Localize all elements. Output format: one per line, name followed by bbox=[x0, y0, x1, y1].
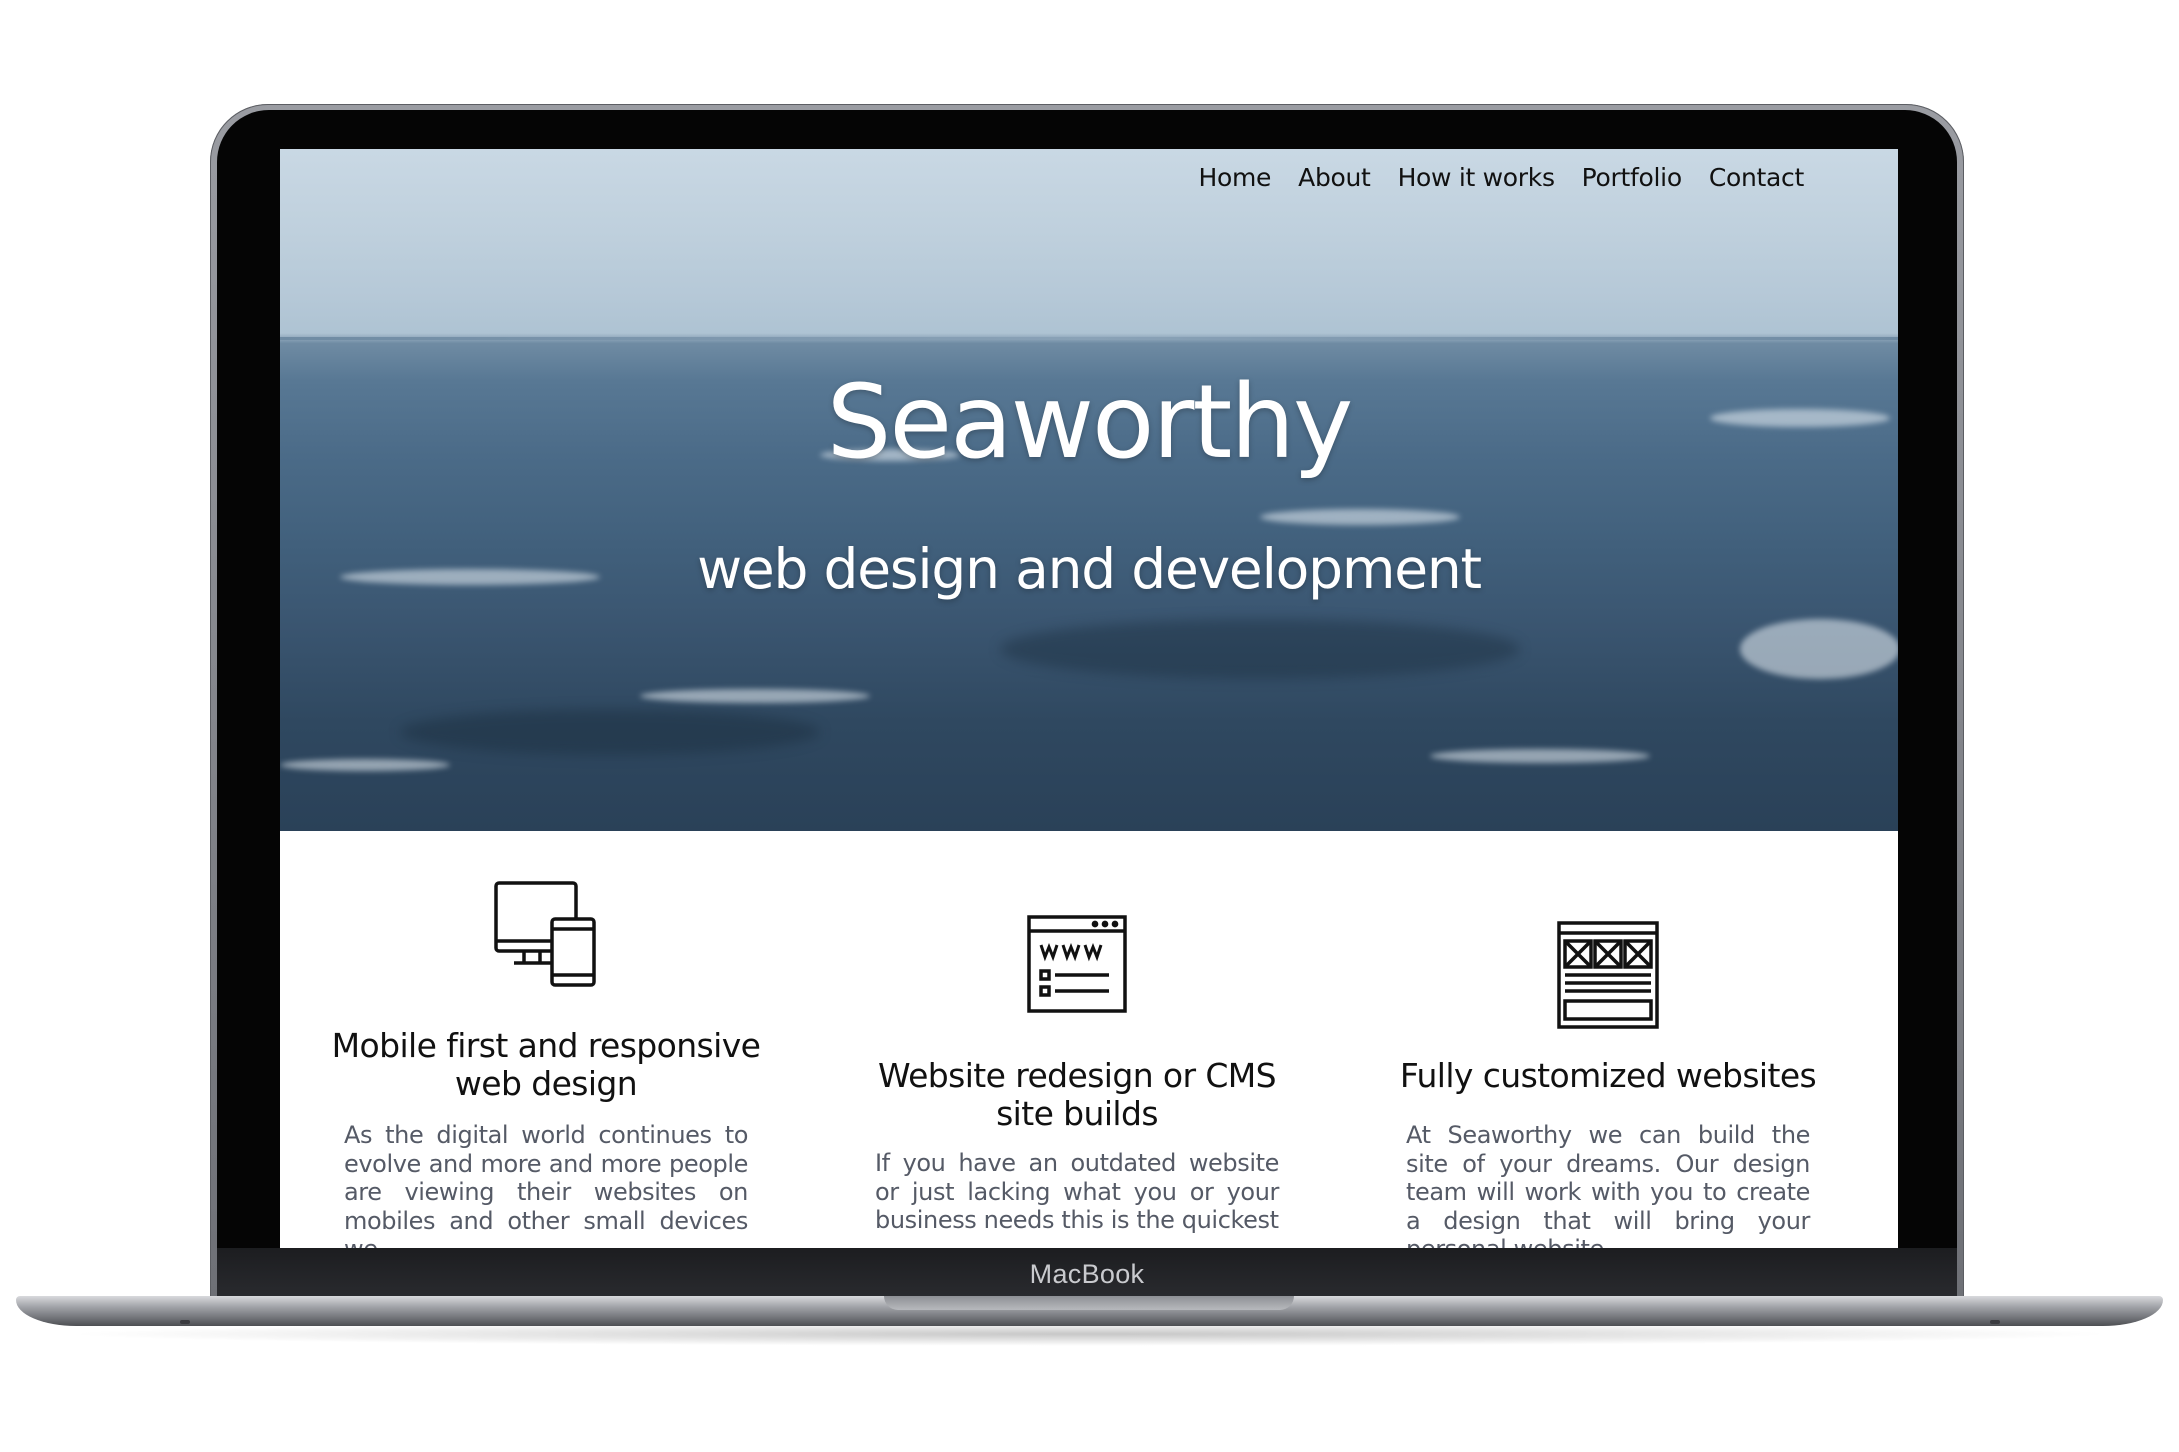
sea-horizon bbox=[280, 337, 1898, 340]
laptop-screen: Home About How it works Portfolio Contac… bbox=[280, 149, 1898, 1248]
wave-trough bbox=[400, 709, 820, 755]
browser-window-icon bbox=[1027, 915, 1127, 1017]
laptop-foot bbox=[180, 1320, 190, 1324]
feature-text: At Seaworthy we can build the site of yo… bbox=[1406, 1121, 1810, 1248]
wave-crest bbox=[1260, 509, 1460, 525]
feature-text: If you have an outdated website or just … bbox=[875, 1149, 1279, 1234]
nav-how-it-works[interactable]: How it works bbox=[1398, 163, 1555, 192]
main-nav: Home About How it works Portfolio Contac… bbox=[1199, 163, 1805, 192]
feature-title: Mobile first and responsive web design bbox=[331, 1026, 761, 1103]
nav-home[interactable]: Home bbox=[1199, 163, 1272, 192]
device-brand-label: MacBook bbox=[1029, 1259, 1145, 1289]
devices-icon bbox=[494, 881, 598, 993]
feature-text: As the digital world continues to evolve… bbox=[344, 1121, 748, 1248]
hero-section: Home About How it works Portfolio Contac… bbox=[280, 149, 1898, 831]
hero-title: Seaworthy bbox=[826, 363, 1354, 482]
wave-trough bbox=[1000, 619, 1520, 679]
wireframe-layout-icon bbox=[1557, 921, 1659, 1033]
nav-contact[interactable]: Contact bbox=[1709, 163, 1804, 192]
hero-subtitle: web design and development bbox=[697, 537, 1482, 601]
wave-crest bbox=[640, 689, 870, 703]
wave-crest bbox=[280, 759, 450, 771]
wave-crest bbox=[1740, 619, 1898, 679]
nav-portfolio[interactable]: Portfolio bbox=[1582, 163, 1682, 192]
feature-title: Fully customized websites bbox=[1399, 1056, 1817, 1095]
wave-crest bbox=[1430, 749, 1650, 763]
laptop-foot bbox=[1990, 1320, 2000, 1324]
laptop-notch bbox=[884, 1296, 1294, 1310]
feature-title: Website redesign or CMS site builds bbox=[877, 1056, 1277, 1133]
nav-about[interactable]: About bbox=[1298, 163, 1371, 192]
